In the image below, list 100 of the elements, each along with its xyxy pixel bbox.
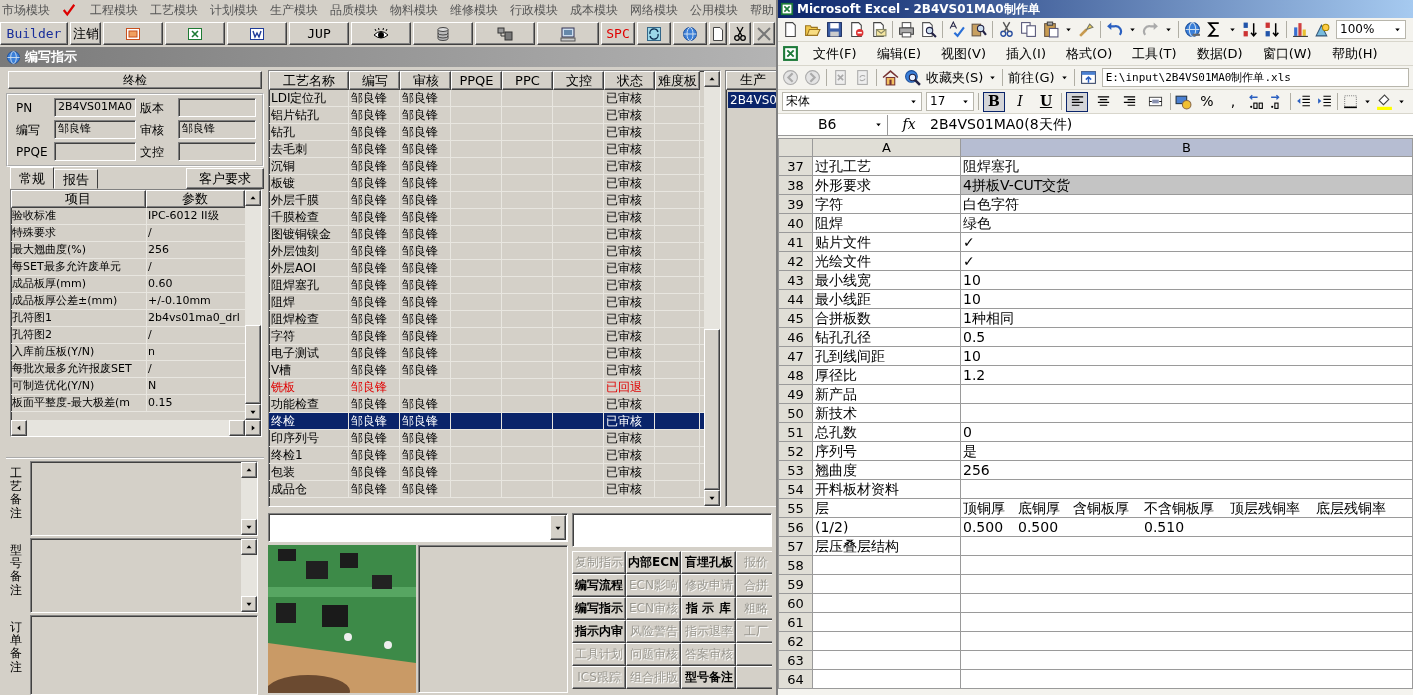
table-cell[interactable]: [960, 631, 1413, 651]
align-button[interactable]: [1066, 91, 1088, 112]
caret-icon[interactable]: [1363, 97, 1372, 106]
input-field[interactable]: [178, 142, 256, 162]
table-row[interactable]: 铝片钻孔 邹良锋 邹良锋 已审核: [269, 107, 704, 124]
builder-button[interactable]: Builder: [0, 22, 68, 45]
table-row[interactable]: 阻焊检查 邹良锋 邹良锋 已审核: [269, 311, 704, 328]
toolbar-button[interactable]: [227, 22, 287, 45]
increase-decimal-icon[interactable]: [1248, 93, 1265, 110]
menu-item[interactable]: 维修模块: [450, 2, 498, 18]
caret-icon[interactable]: [909, 97, 918, 106]
caret-icon[interactable]: [1128, 25, 1137, 34]
permission-icon[interactable]: [848, 21, 865, 38]
scroll-thumb[interactable]: [245, 324, 261, 404]
sort-descending-icon[interactable]: [1264, 21, 1281, 38]
format-button[interactable]: U: [1035, 91, 1057, 112]
scroll-up-button[interactable]: [241, 462, 257, 478]
column-header[interactable]: 文控: [553, 71, 604, 90]
column-header[interactable]: 参数: [145, 190, 245, 209]
table-cell[interactable]: [960, 384, 1413, 404]
table-cell[interactable]: 10: [960, 289, 1413, 309]
action-button[interactable]: 指示内审: [572, 620, 626, 643]
toolbar-button[interactable]: [351, 22, 411, 45]
save-icon[interactable]: [826, 21, 843, 38]
table-row[interactable]: 外层AOI 邹良锋 邹良锋 已审核: [269, 260, 704, 277]
menu-item[interactable]: 市场模块: [2, 2, 50, 18]
table-cell[interactable]: [960, 403, 1413, 423]
table-cell[interactable]: [960, 669, 1413, 689]
scroll-up-button[interactable]: [245, 190, 261, 207]
table-row[interactable]: 电子测试 邹良锋 邹良锋 已审核: [269, 345, 704, 362]
table-cell[interactable]: [960, 555, 1413, 575]
menu-item[interactable]: 工程模块: [90, 2, 138, 18]
column-header[interactable]: 编写: [349, 71, 400, 90]
copy-icon[interactable]: [1020, 21, 1037, 38]
tab[interactable]: 报告: [54, 169, 98, 190]
table-cell[interactable]: 0: [960, 422, 1413, 442]
email-icon[interactable]: [870, 21, 887, 38]
table-cell[interactable]: ✓: [960, 232, 1413, 252]
menu-item[interactable]: 计划模块: [210, 2, 258, 18]
table-row[interactable]: 阻焊塞孔 邹良锋 邹良锋 已审核: [269, 277, 704, 294]
table-cell[interactable]: 1.2: [960, 365, 1413, 385]
scroll-down-button[interactable]: [241, 596, 257, 612]
toolbar-button[interactable]: [709, 22, 727, 45]
input-field[interactable]: [572, 513, 772, 547]
menu-item[interactable]: 行政模块: [510, 2, 558, 18]
toolbar-button[interactable]: [637, 22, 671, 45]
format-button[interactable]: B: [983, 91, 1005, 112]
dropdown-field[interactable]: [268, 513, 568, 542]
font-size-field[interactable]: 17: [926, 92, 974, 111]
caret-icon[interactable]: [988, 73, 998, 82]
scroll-thumb[interactable]: [229, 420, 245, 436]
table-row[interactable]: 钻孔 邹良锋 邹良锋 已审核: [269, 124, 704, 141]
toolbar-button[interactable]: [103, 22, 163, 45]
blank-button[interactable]: [736, 666, 772, 689]
caret-icon[interactable]: [1397, 97, 1406, 106]
cut-icon[interactable]: [998, 21, 1015, 38]
comma-button[interactable]: ,: [1222, 91, 1244, 112]
caret-icon[interactable]: [874, 120, 883, 129]
menu-item[interactable]: 插入(I): [1000, 45, 1052, 62]
toolbar-button[interactable]: [475, 22, 535, 45]
column-header[interactable]: 项目: [11, 190, 146, 209]
scroll-thumb[interactable]: [704, 328, 720, 490]
table-cell[interactable]: 10: [960, 346, 1413, 366]
table-row[interactable]: 去毛刺 邹良锋 邹良锋 已审核: [269, 141, 704, 158]
menu-item[interactable]: 编辑(E): [870, 45, 927, 62]
table-row[interactable]: 包装 邹良锋 邹良锋 已审核: [269, 464, 704, 481]
column-header[interactable]: PPC: [502, 71, 553, 90]
table-cell[interactable]: [960, 574, 1413, 594]
customer-requirements-button[interactable]: 客户要求: [186, 168, 264, 190]
zoom-field[interactable]: 100%: [1336, 20, 1406, 39]
sort-ascending-icon[interactable]: [1242, 21, 1259, 38]
scroll-right-button[interactable]: [245, 420, 261, 436]
new-document-icon[interactable]: [782, 21, 799, 38]
format-button[interactable]: I: [1009, 91, 1031, 112]
input-field[interactable]: [178, 98, 256, 118]
action-button[interactable]: 编写流程: [572, 574, 626, 597]
menu-item[interactable]: 生产模块: [270, 2, 318, 18]
table-row[interactable]: 阻焊 邹良锋 邹良锋 已审核: [269, 294, 704, 311]
format-painter-icon[interactable]: [1078, 21, 1095, 38]
toolbar-button[interactable]: [165, 22, 225, 45]
research-icon[interactable]: [970, 21, 987, 38]
menu-item[interactable]: 视图(V): [935, 45, 993, 62]
table-cell[interactable]: 10: [960, 270, 1413, 290]
column-header[interactable]: B: [960, 138, 1413, 157]
table-row[interactable]: 终检1 邹良锋 邹良锋 已审核: [269, 447, 704, 464]
column-header[interactable]: 难度板: [655, 71, 700, 90]
menu-item[interactable]: 数据(D): [1190, 45, 1249, 62]
table-row[interactable]: LDI定位孔 邹良锋 邹良锋 已审核: [269, 90, 704, 107]
table-cell[interactable]: ✓: [960, 251, 1413, 271]
column-header[interactable]: PPQE: [451, 71, 502, 90]
table-row[interactable]: 终检 邹良锋 邹良锋 已审核: [269, 413, 704, 430]
table-cell[interactable]: [960, 593, 1413, 613]
toolbar-button[interactable]: [413, 22, 473, 45]
dropdown-button[interactable]: [550, 515, 566, 540]
action-button[interactable]: 指 示 库: [681, 597, 736, 620]
action-button[interactable]: 内部ECN: [626, 551, 681, 574]
go-menu[interactable]: 前往(G): [1008, 69, 1055, 86]
table-cell[interactable]: 白色字符: [960, 194, 1413, 214]
table-cell[interactable]: [960, 536, 1413, 556]
input-field[interactable]: 2B4VS01MA0: [54, 98, 137, 118]
